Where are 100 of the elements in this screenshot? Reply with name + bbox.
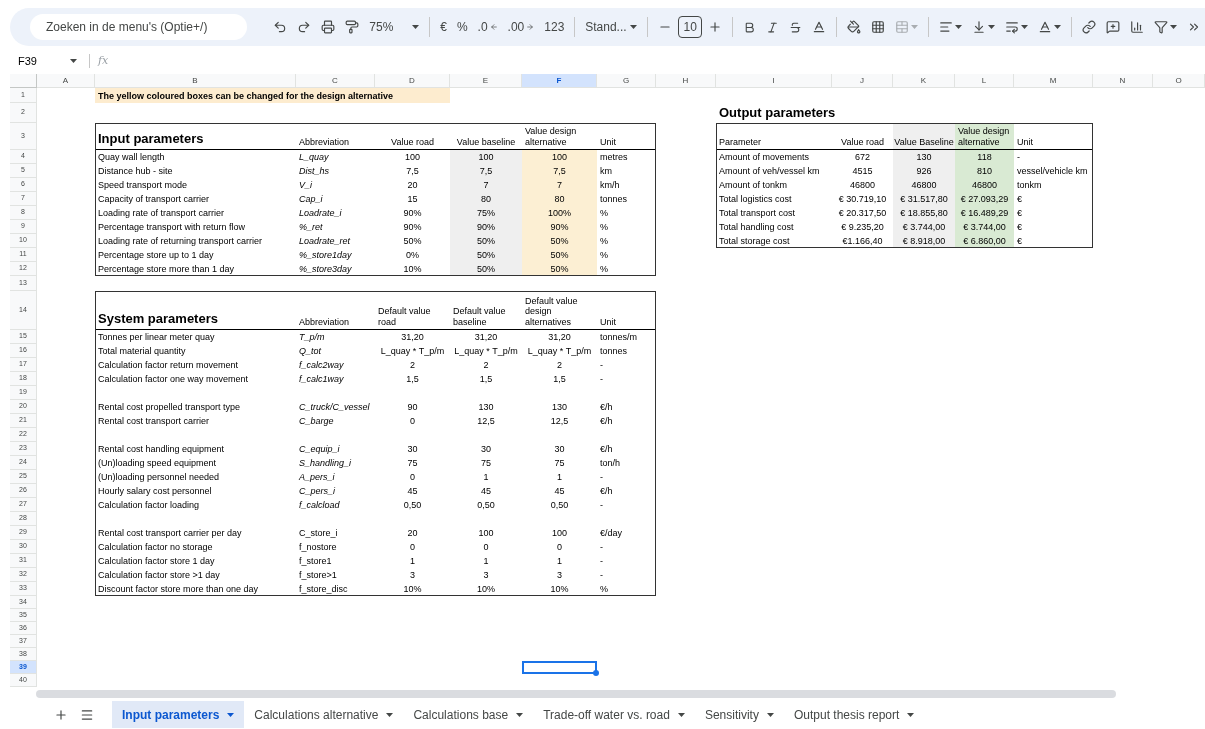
borders-icon [871, 20, 886, 34]
table-cell-text: (Un)loading speed equipment [97, 456, 218, 470]
table-cell-text: C_pers_i [298, 484, 337, 498]
table-cell: 90% [522, 220, 597, 234]
table-cell-text: f_calc1way [298, 372, 345, 386]
horizontal-scrollbar[interactable] [36, 690, 1116, 698]
sheet-tab[interactable]: Sensitivity [694, 701, 784, 728]
search-field[interactable]: Zoeken in de menu's (Optie+/) [30, 14, 248, 40]
table-cell-text: 45 [553, 484, 566, 498]
column-header[interactable]: K [893, 74, 955, 88]
section-title: Output parameters [718, 104, 837, 123]
table-cell-text: ton/h [599, 456, 622, 470]
decrease-decimals-button[interactable]: .0 [473, 15, 502, 39]
column-title: Default value baseline [450, 291, 522, 330]
name-box[interactable]: F39 [18, 52, 70, 70]
table-cell-text: L_quay * T_p/m [526, 344, 593, 358]
column-header[interactable]: N [1093, 74, 1153, 88]
merge-cells-icon [895, 20, 910, 34]
column-title: Unit [597, 291, 656, 330]
table-cell-text: €1.166,40 [841, 234, 884, 248]
table-cell: 118 [955, 150, 1014, 164]
caret-icon [516, 712, 524, 717]
table-cell-text: 30 [480, 442, 492, 456]
sheet-tab[interactable]: Calculations alternative [244, 701, 404, 728]
table-cell-text: 0,50 [549, 498, 570, 512]
table-cell-text: Total logistics cost [718, 192, 793, 206]
column-header[interactable]: G [597, 74, 656, 88]
arrow-right-icon [526, 23, 535, 31]
column-header[interactable]: L [955, 74, 1014, 88]
table-cell-text: C_truck/C_vessel [298, 400, 371, 414]
sheet-tab[interactable]: Calculations base [403, 701, 534, 728]
sheet-tab[interactable]: Input parameters [112, 701, 245, 728]
align-left-icon [939, 20, 954, 34]
column-header[interactable]: C [296, 74, 375, 88]
table-cell-text: €/day [599, 526, 624, 540]
table-cell-text: 4515 [851, 164, 874, 178]
table-cell: € 3.744,00 [955, 220, 1014, 234]
caret-icon [70, 59, 77, 63]
table-cell-text: f_calc2way [298, 358, 345, 372]
font-dropdown[interactable]: Stand... [581, 15, 642, 39]
table-cell: 100 [450, 150, 522, 164]
table-cell-text: % [599, 262, 609, 276]
column-header[interactable]: H [656, 74, 716, 88]
column-title: Parameter [716, 123, 832, 150]
column-header[interactable]: M [1014, 74, 1093, 88]
column-header[interactable]: O [1153, 74, 1205, 88]
table-cell-text: Discount factor store more than one day [97, 582, 260, 596]
table-cell-text: Rental cost propelled transport type [97, 400, 242, 414]
table-cell-text: 0 [409, 414, 416, 428]
printer-icon [321, 20, 336, 34]
table-cell-text: f_store>1 [298, 568, 338, 582]
sheet-tab[interactable]: Trade-off water vs. road [533, 701, 695, 728]
table-cell-text: 0 [409, 540, 416, 554]
table-cell-text: f_nostore [298, 540, 338, 554]
zoom-dropdown[interactable]: 75% [365, 15, 424, 39]
column-title: Value Baseline [893, 123, 955, 150]
column-header[interactable]: I [716, 74, 832, 88]
table-cell-text: € 20.317,50 [837, 206, 888, 220]
table-cell: 80 [522, 192, 597, 206]
column-header[interactable]: B [95, 74, 296, 88]
table-cell-text: 50% [402, 234, 423, 248]
table-cell-text: € [1016, 220, 1023, 234]
table-cell-text: 90% [402, 220, 423, 234]
table-cell-text: metres [599, 150, 629, 164]
table-cell-text: %_store1day [298, 248, 353, 262]
table-cell: 50% [522, 262, 597, 276]
table-cell: 810 [955, 164, 1014, 178]
column-header[interactable]: J [832, 74, 893, 88]
column-header[interactable]: E [450, 74, 522, 88]
table-cell-text: Percentage store up to 1 day [97, 248, 215, 262]
table-cell-text: tonnes [599, 192, 629, 206]
font-size-field[interactable]: 10 [678, 16, 703, 38]
caret-icon [677, 712, 685, 717]
function-label: fx [98, 52, 109, 69]
caret-icon [988, 25, 996, 29]
table-cell-text: Rental cost transport carrier per day [97, 526, 243, 540]
number-format-button[interactable]: 123 [540, 15, 569, 39]
table-cell-text: 1 [482, 470, 490, 484]
table-cell: 80 [450, 192, 522, 206]
table-cell-text: km [599, 164, 613, 178]
table-cell-text: 12,5 [476, 414, 496, 428]
table-cell-text: € [1016, 206, 1023, 220]
strikethrough-icon [789, 20, 803, 34]
table-cell: € 18.855,80 [893, 206, 955, 220]
table-cell-text: Distance hub - site [97, 164, 174, 178]
table-cell-text: 10% [476, 582, 496, 596]
sheet-tab[interactable]: Output thesis report [783, 701, 925, 728]
table-cell-text: Loading rate of transport carrier [97, 206, 226, 220]
table-cell-text: 100 [551, 526, 568, 540]
currency-button[interactable]: € [436, 15, 451, 39]
column-title: Abbreviation [296, 291, 375, 330]
column-header[interactable]: A [37, 74, 95, 88]
table-cell: 46800 [955, 178, 1014, 192]
table-cell-text: Percentage store more than 1 day [97, 262, 236, 276]
fill-handle[interactable] [593, 670, 599, 676]
table-cell-text: 10% [549, 582, 570, 596]
increase-decimals-button[interactable]: .00 [503, 15, 539, 39]
column-header[interactable]: D [375, 74, 450, 88]
percent-button[interactable]: % [452, 15, 472, 39]
column-header[interactable]: F [522, 74, 597, 88]
